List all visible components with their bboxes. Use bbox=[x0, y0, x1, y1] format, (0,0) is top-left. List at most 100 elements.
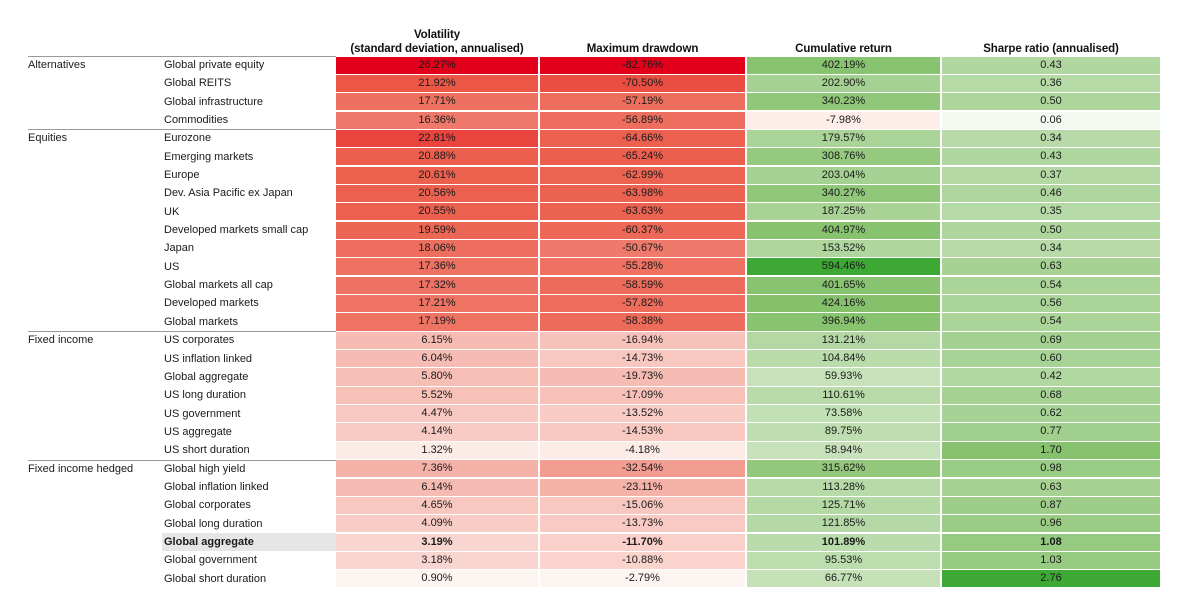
asset-label: Global government bbox=[164, 554, 257, 567]
cell-sharpe_ratio: 0.50 bbox=[942, 93, 1160, 111]
cell-volatility: 0.90% bbox=[336, 570, 538, 588]
cell-sharpe_ratio: 0.98 bbox=[942, 460, 1160, 478]
table-body: Alternatives Global private equity 26.27% -… bbox=[0, 56, 1200, 588]
cell-volatility: 21.92% bbox=[336, 74, 538, 93]
table-row[interactable]: Commodities 16.36% -56.89% -7.98% 0.06 bbox=[0, 111, 1200, 129]
cell-sharpe_ratio: 0.34 bbox=[942, 240, 1160, 258]
table-row[interactable]: Global short duration 0.90% -2.79% 66.77% 2.… bbox=[0, 570, 1200, 588]
table-row[interactable]: Global aggregate 3.19% -11.70% 101.89% 1.08 bbox=[0, 532, 1200, 552]
cell-max_drawdown: -13.52% bbox=[540, 405, 745, 423]
table-row[interactable]: US short duration 1.32% -4.18% 58.94% 1.70 bbox=[0, 441, 1200, 459]
cell-sharpe_ratio: 0.62 bbox=[942, 405, 1160, 423]
cell-cumulative_return: 95.53% bbox=[747, 551, 940, 569]
cell-sharpe_ratio: 1.03 bbox=[942, 551, 1160, 569]
table-row[interactable]: Japan 18.06% -50.67% 153.52% 0.34 bbox=[0, 239, 1200, 258]
cell-sharpe_ratio: 0.68 bbox=[942, 386, 1160, 404]
cell-volatility: 5.80% bbox=[336, 368, 538, 386]
asset-label: Global markets bbox=[164, 315, 238, 328]
cell-cumulative_return: 59.93% bbox=[747, 368, 940, 386]
cell-sharpe_ratio: 0.43 bbox=[942, 56, 1160, 74]
cell-sharpe_ratio: 0.43 bbox=[942, 148, 1160, 166]
cell-sharpe_ratio: 2.76 bbox=[942, 570, 1160, 588]
table-row[interactable]: US aggregate 4.14% -14.53% 89.75% 0.77 bbox=[0, 423, 1200, 441]
asset-label: Global short duration bbox=[164, 572, 267, 585]
asset-label: Global private equity bbox=[164, 59, 265, 71]
cell-volatility: 16.36% bbox=[336, 111, 538, 129]
group-label-equities: Equities bbox=[28, 132, 68, 145]
cell-volatility: 6.04% bbox=[336, 350, 538, 368]
cell-volatility: 4.65% bbox=[336, 496, 538, 514]
cell-max_drawdown: -55.28% bbox=[540, 258, 745, 276]
cell-sharpe_ratio: 0.63 bbox=[942, 478, 1160, 496]
cell-cumulative_return: 101.89% bbox=[747, 533, 940, 551]
cell-sharpe_ratio: 0.36 bbox=[942, 74, 1160, 93]
table-row[interactable]: Dev. Asia Pacific ex Japan 20.56% -63.98% 3… bbox=[0, 184, 1200, 203]
cell-volatility: 17.71% bbox=[336, 93, 538, 111]
cell-cumulative_return: 424.16% bbox=[747, 295, 940, 313]
cell-sharpe_ratio: 0.37 bbox=[942, 166, 1160, 184]
cell-sharpe_ratio: 0.35 bbox=[942, 203, 1160, 221]
asset-label: US corporates bbox=[164, 334, 235, 347]
cell-max_drawdown: -63.98% bbox=[540, 185, 745, 203]
cell-volatility: 22.81% bbox=[336, 129, 538, 148]
table-row[interactable]: Developed markets 17.21% -57.82% 424.16% 0.5… bbox=[0, 294, 1200, 313]
table-row[interactable]: US government 4.47% -13.52% 73.58% 0.62 bbox=[0, 405, 1200, 423]
asset-label: US long duration bbox=[164, 389, 246, 402]
cell-sharpe_ratio: 0.87 bbox=[942, 496, 1160, 514]
table-row[interactable]: Global government 3.18% -10.88% 95.53% 1.03 bbox=[0, 551, 1200, 569]
cell-max_drawdown: -14.53% bbox=[540, 423, 745, 441]
table-row[interactable]: US 17.36% -55.28% 594.46% 0.63 bbox=[0, 258, 1200, 276]
table-row[interactable]: Fixed income hedged Global high yield 7.36… bbox=[0, 459, 1200, 478]
table-row[interactable]: Fixed income US corporates 6.15% -16.94% 131… bbox=[0, 331, 1200, 349]
asset-label: Dev. Asia Pacific ex Japan bbox=[164, 187, 293, 200]
asset-label: US inflation linked bbox=[164, 352, 253, 365]
table-row[interactable]: Global infrastructure 17.71% -57.19% 340.23… bbox=[0, 93, 1200, 111]
cell-cumulative_return: 203.04% bbox=[747, 166, 940, 184]
asset-label: Japan bbox=[164, 242, 194, 255]
column-header-line1: Volatility bbox=[413, 29, 461, 41]
table-row[interactable]: Global inflation linked 6.14% -23.11% 113.2… bbox=[0, 478, 1200, 496]
cell-volatility: 6.14% bbox=[336, 478, 538, 496]
performance-heatmap-table: Volatility (standard deviation, annualise… bbox=[0, 0, 1200, 600]
cell-max_drawdown: -32.54% bbox=[540, 460, 745, 478]
asset-label: Global aggregate bbox=[162, 532, 336, 552]
table-row[interactable]: Global markets all cap 17.32% -58.59% 401.6… bbox=[0, 276, 1200, 294]
asset-label: US government bbox=[164, 407, 241, 420]
cell-sharpe_ratio: 0.50 bbox=[942, 221, 1160, 239]
cell-sharpe_ratio: 0.06 bbox=[942, 111, 1160, 129]
table-row[interactable]: Equities Eurozone 22.81% -64.66% 179.57% 0.34 bbox=[0, 129, 1200, 148]
cell-sharpe_ratio: 0.56 bbox=[942, 295, 1160, 313]
table-row[interactable]: Global aggregate 5.80% -19.73% 59.93% 0.42 bbox=[0, 368, 1200, 386]
cell-volatility: 17.32% bbox=[336, 276, 538, 294]
table-row[interactable]: Global long duration 4.09% -13.73% 121.85% 0… bbox=[0, 515, 1200, 533]
column-header-line1: Cumulative return bbox=[795, 42, 892, 55]
cell-cumulative_return: 153.52% bbox=[747, 240, 940, 258]
table-row[interactable]: UK 20.55% -63.63% 187.25% 0.35 bbox=[0, 203, 1200, 221]
table-row[interactable]: Emerging markets 20.88% -65.24% 308.76% 0.43 bbox=[0, 148, 1200, 166]
cell-cumulative_return: 113.28% bbox=[747, 478, 940, 496]
cell-sharpe_ratio: 0.77 bbox=[942, 423, 1160, 441]
column-header-sharpe_ratio: Sharpe ratio (annualised) bbox=[942, 43, 1160, 57]
cell-volatility: 20.56% bbox=[336, 185, 538, 203]
cell-volatility: 20.55% bbox=[336, 203, 538, 221]
cell-cumulative_return: 404.97% bbox=[747, 221, 940, 239]
cell-max_drawdown: -50.67% bbox=[540, 240, 745, 258]
table-row[interactable]: Alternatives Global private equity 26.27% -… bbox=[0, 56, 1200, 74]
cell-volatility: 4.14% bbox=[336, 423, 538, 441]
table-row[interactable]: Global corporates 4.65% -15.06% 125.71% 0.87 bbox=[0, 496, 1200, 514]
cell-volatility: 17.36% bbox=[336, 258, 538, 276]
cell-cumulative_return: 125.71% bbox=[747, 496, 940, 514]
table-row[interactable]: Developed markets small cap 19.59% -60.37%… bbox=[0, 221, 1200, 239]
table-row[interactable]: Global markets 17.19% -58.38% 396.94% 0.54 bbox=[0, 313, 1200, 331]
table-row[interactable]: US long duration 5.52% -17.09% 110.61% 0.68 bbox=[0, 386, 1200, 404]
asset-label: Global infrastructure bbox=[164, 95, 264, 108]
table-row[interactable]: Global REITS 21.92% -70.50% 202.90% 0.36 bbox=[0, 74, 1200, 93]
asset-label: Developed markets bbox=[164, 297, 259, 310]
cell-max_drawdown: -14.73% bbox=[540, 350, 745, 368]
asset-label: Global REITS bbox=[164, 77, 232, 90]
table-row[interactable]: US inflation linked 6.04% -14.73% 104.84% 0.… bbox=[0, 350, 1200, 368]
cell-sharpe_ratio: 0.54 bbox=[942, 276, 1160, 294]
asset-label: US aggregate bbox=[164, 425, 232, 438]
table-row[interactable]: Europe 20.61% -62.99% 203.04% 0.37 bbox=[0, 166, 1200, 184]
asset-label: Global markets all cap bbox=[164, 279, 273, 292]
